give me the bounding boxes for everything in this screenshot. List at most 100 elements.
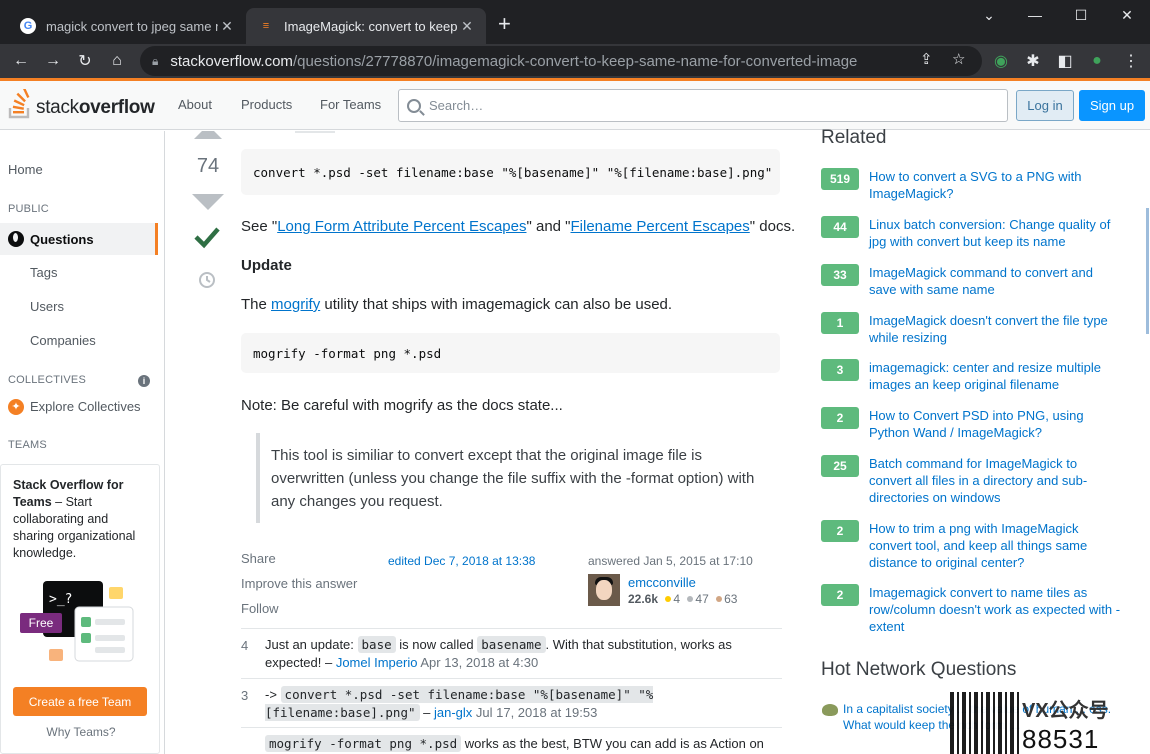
related-score: 33 <box>821 264 859 286</box>
watermark-number: 88531 <box>1022 724 1100 754</box>
globe-icon <box>8 231 24 247</box>
reload-icon[interactable]: ↻ <box>72 48 98 74</box>
share-link[interactable]: Share <box>241 551 276 566</box>
nav-products[interactable]: Products <box>241 97 292 112</box>
comment-divider <box>241 678 782 679</box>
scrollbar[interactable] <box>1146 208 1149 334</box>
maximize-icon[interactable]: ☐ <box>1058 0 1104 30</box>
login-button[interactable]: Log in <box>1016 90 1074 121</box>
related-score: 519 <box>821 168 859 190</box>
bronze-badge-count: 63 <box>724 592 738 606</box>
comment-divider <box>241 727 782 728</box>
why-teams-link[interactable]: Why Teams? <box>1 725 161 739</box>
close-tab-icon[interactable]: ✕ <box>458 18 476 35</box>
stackoverflow-logo[interactable]: stackoverflow <box>8 89 155 119</box>
bookmark-star-icon[interactable]: ☆ <box>952 50 965 68</box>
collectives-icon: ✦ <box>8 399 24 415</box>
browser-menu-icon[interactable]: ⋮ <box>1118 48 1144 74</box>
related-title[interactable]: Imagemagick convert to name tiles as row… <box>869 584 1121 635</box>
browser-tab-strip: G magick convert to jpeg same n ✕ ≡ Imag… <box>0 0 1150 44</box>
comment-score: 3 <box>241 688 249 703</box>
teams-promo-text: Stack Overflow for Teams – Start collabo… <box>13 477 147 562</box>
comment-user[interactable]: Jomel Imperio <box>336 655 418 670</box>
extensions-puzzle-icon[interactable]: ✱ <box>1020 48 1046 74</box>
signup-button[interactable]: Sign up <box>1079 90 1145 121</box>
browser-tab-google[interactable]: G magick convert to jpeg same n ✕ <box>8 8 246 44</box>
browser-toolbar: ← → ↻ ⌂ 🔒︎ stackoverflow.com/questions/2… <box>0 44 1150 78</box>
address-bar[interactable]: 🔒︎ stackoverflow.com/questions/27778870/… <box>140 46 982 76</box>
related-title[interactable]: How to trim a png with ImageMagick conve… <box>869 520 1121 571</box>
comment-user[interactable]: jan-glx <box>434 705 472 720</box>
link-long-form-escapes[interactable]: Long Form Attribute Percent Escapes <box>277 218 526 235</box>
sidebar-item-explore-collectives[interactable]: Explore Collectives <box>30 399 141 414</box>
silver-badge-icon <box>687 596 694 603</box>
free-badge: Free <box>20 613 62 633</box>
close-window-icon[interactable]: ✕ <box>1104 0 1150 30</box>
link-mogrify[interactable]: mogrify <box>271 296 320 313</box>
related-score: 25 <box>821 455 859 477</box>
comment-date[interactable]: Apr 13, 2018 at 4:30 <box>417 655 538 670</box>
inline-code: base <box>357 636 396 653</box>
sidebar-item-companies[interactable]: Companies <box>30 333 96 348</box>
reputation-score: 22.6k <box>628 592 659 606</box>
side-panel-icon[interactable]: ◧ <box>1052 48 1078 74</box>
related-score: 2 <box>821 520 859 542</box>
history-icon[interactable] <box>197 270 217 290</box>
related-title[interactable]: ImageMagick doesn't convert the file typ… <box>869 312 1121 346</box>
related-title[interactable]: Linux batch conversion: Change quality o… <box>869 216 1121 250</box>
extension-icon[interactable]: ◉ <box>988 48 1014 74</box>
sidebar-section-public: PUBLIC <box>8 203 49 215</box>
nav-about[interactable]: About <box>178 97 212 112</box>
gold-badge-icon <box>665 596 672 603</box>
link-filename-escapes[interactable]: Filename Percent Escapes <box>571 218 750 235</box>
text-fragment: The <box>241 296 272 313</box>
svg-text:>_?: >_? <box>49 592 72 607</box>
browser-tab-stackoverflow[interactable]: ≡ ImageMagick: convert to keep ✕ <box>246 8 486 44</box>
text-fragment: See " <box>241 218 278 235</box>
downvote-icon[interactable] <box>190 194 226 212</box>
answered-timestamp: answered Jan 5, 2015 at 17:10 <box>588 554 753 568</box>
related-title[interactable]: Batch command for ImageMagick to convert… <box>869 455 1121 506</box>
improve-answer-link[interactable]: Improve this answer <box>241 576 357 591</box>
stackoverflow-logo-icon <box>8 89 30 119</box>
new-tab-icon[interactable]: + <box>498 12 511 36</box>
upvote-icon[interactable] <box>190 131 226 139</box>
edited-timestamp[interactable]: edited Dec 7, 2018 at 13:38 <box>388 554 535 568</box>
comment-date[interactable]: Jul 17, 2018 at 19:53 <box>472 705 597 720</box>
sidebar-item-questions[interactable]: Questions <box>0 223 158 255</box>
related-title[interactable]: imagemagick: center and resize multiple … <box>869 359 1121 393</box>
info-icon[interactable]: i <box>138 375 150 387</box>
tab-search-icon[interactable]: ⌄ <box>966 0 1012 30</box>
close-tab-icon[interactable]: ✕ <box>218 18 236 35</box>
related-title[interactable]: ImageMagick command to convert and save … <box>869 264 1121 298</box>
related-title[interactable]: How to convert a SVG to a PNG with Image… <box>869 168 1121 202</box>
sidebar-item-home[interactable]: Home <box>8 162 43 177</box>
accepted-check-icon <box>194 227 220 249</box>
forward-icon[interactable]: → <box>40 48 66 74</box>
create-free-team-button[interactable]: Create a free Team <box>13 687 147 716</box>
minimize-icon[interactable]: — <box>1012 0 1058 30</box>
related-title[interactable]: How to Convert PSD into PNG, using Pytho… <box>869 407 1121 441</box>
sidebar-item-users[interactable]: Users <box>30 299 64 314</box>
mogrify-paragraph: The mogrify utility that ships with imag… <box>241 296 672 313</box>
sidebar-section-teams: TEAMS <box>8 439 47 451</box>
avatar[interactable] <box>588 574 620 606</box>
back-icon[interactable]: ← <box>8 48 34 74</box>
tab-title: magick convert to jpeg same n <box>46 18 218 34</box>
text-fragment: " docs. <box>749 218 796 235</box>
text-fragment: utility that ships with imagemagick can … <box>320 296 673 313</box>
logo-bold: overflow <box>78 97 155 118</box>
comment-score: 4 <box>241 638 249 653</box>
profile-avatar-icon[interactable]: ● <box>1084 48 1110 74</box>
comment: mogrify -format png *.psd works as the b… <box>265 735 780 753</box>
home-icon[interactable]: ⌂ <box>104 48 130 74</box>
share-icon[interactable]: ⇪ <box>920 50 933 68</box>
left-sidebar: Home PUBLIC Questions Tags Users Compani… <box>0 131 165 754</box>
search-input[interactable]: Search… <box>398 89 1008 122</box>
url-path: /questions/27778870/imagemagick-convert-… <box>292 52 858 70</box>
follow-link[interactable]: Follow <box>241 601 279 616</box>
related-score: 2 <box>821 584 859 606</box>
answer-author[interactable]: emcconville <box>628 575 696 590</box>
sidebar-item-tags[interactable]: Tags <box>30 265 57 280</box>
nav-for-teams[interactable]: For Teams <box>320 97 381 112</box>
